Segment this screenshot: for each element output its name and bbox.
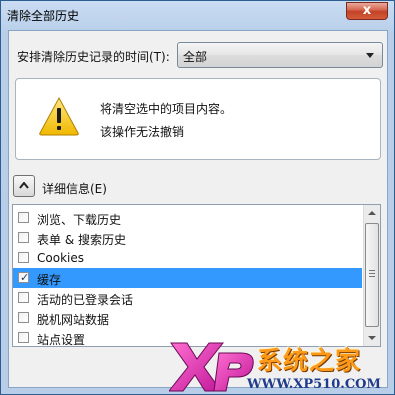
list-item[interactable]: 活动的已登录会话 (13, 288, 362, 308)
list-item[interactable]: 表单 & 搜索历史 (13, 228, 362, 248)
warning-undo-note: 该操作无法撤销 (100, 125, 185, 139)
details-toggle-button[interactable] (13, 175, 35, 197)
dialog-body: 安排清除历史记录的时间(T): 全部 将清空选中的项目内容。 该操作无法撤销 详… (8, 30, 388, 388)
checkbox[interactable] (18, 212, 29, 223)
item-label: 表单 & 搜索历史 (37, 233, 126, 247)
time-range-value: 全部 (183, 50, 208, 64)
checkbox-checked[interactable]: ✓ (18, 271, 30, 284)
close-button[interactable]: x (346, 2, 388, 20)
window-title: 清除全部历史 (7, 9, 80, 23)
scroll-up-button[interactable] (364, 205, 380, 222)
warning-triangle-icon (39, 96, 79, 136)
item-label: Cookies (37, 251, 84, 265)
chevron-up-icon (19, 182, 29, 189)
watermark-url: WWW.XP510.COM (247, 377, 381, 392)
checkbox[interactable] (18, 292, 29, 303)
item-label: 脱机网站数据 (37, 313, 110, 327)
time-range-label: 安排清除历史记录的时间(T): (17, 50, 170, 64)
warning-message: 将清空选中的项目内容。 (100, 102, 233, 116)
history-items-list[interactable]: 浏览、下载历史 表单 & 搜索历史 Cookies ✓ 缓存 活动的已登录会话 … (12, 204, 381, 347)
details-label[interactable]: 详细信息(E) (42, 180, 107, 197)
checkmark-icon: ✓ (20, 271, 30, 284)
scroll-thumb[interactable] (365, 223, 379, 327)
list-item[interactable]: Cookies (13, 248, 362, 268)
list-scrollbar[interactable] (363, 205, 380, 346)
title-bar[interactable]: 清除全部历史 x (1, 1, 394, 31)
item-label: 浏览、下载历史 (37, 213, 122, 227)
watermark: 系统之家 WWW.XP510.COM (169, 337, 393, 393)
xp-logo-icon (169, 342, 254, 392)
item-label: 缓存 (37, 273, 62, 287)
clear-history-dialog: 清除全部历史 x 安排清除历史记录的时间(T): 全部 将清空选中的项目内容。 (0, 0, 395, 395)
chevron-down-icon (366, 53, 374, 58)
checkbox[interactable] (18, 252, 29, 263)
list-item[interactable]: 脱机网站数据 (13, 308, 362, 328)
watermark-brand: 系统之家 (257, 346, 362, 375)
item-label: 站点设置 (37, 333, 86, 347)
checkbox[interactable] (18, 232, 29, 243)
warning-panel: 将清空选中的项目内容。 该操作无法撤销 (15, 78, 381, 160)
time-range-select[interactable]: 全部 (177, 42, 383, 68)
checkbox[interactable] (18, 312, 29, 323)
checkbox[interactable] (18, 332, 29, 343)
list-item[interactable]: 浏览、下载历史 (13, 208, 362, 228)
grip-icon (369, 270, 375, 277)
item-label: 活动的已登录会话 (37, 293, 134, 307)
list-item[interactable]: ✓ 缓存 (13, 268, 362, 288)
